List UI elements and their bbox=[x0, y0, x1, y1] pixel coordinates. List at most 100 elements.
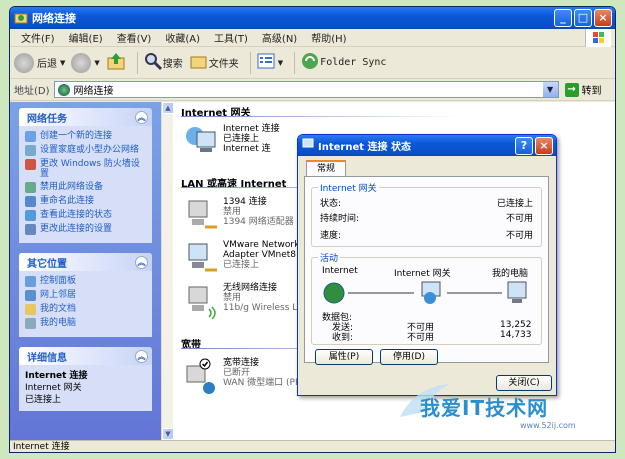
menubar: 文件(F) 编辑(E) 查看(V) 收藏(A) 工具(T) 高级(N) 帮助(H… bbox=[10, 29, 615, 47]
dialog-titlebar[interactable]: Internet 连接 状态 ? × bbox=[298, 135, 556, 156]
my-documents-icon bbox=[25, 304, 36, 315]
back-arrow-icon bbox=[14, 52, 34, 73]
status-row: 状态: 已连接上 bbox=[320, 199, 533, 209]
views-button[interactable]: ▼ bbox=[256, 51, 283, 74]
disable-device-icon bbox=[25, 182, 36, 193]
activity-gateway-label: Internet 网关 bbox=[394, 269, 451, 279]
window-titlebar[interactable]: 网络连接 _ □ × bbox=[10, 7, 615, 29]
firewall-icon bbox=[25, 159, 36, 170]
properties-button[interactable]: 属性(P) bbox=[315, 349, 373, 365]
control-panel-icon bbox=[25, 276, 36, 287]
collapse-chevron-icon[interactable]: ︽ bbox=[135, 110, 148, 124]
my-computer-icon bbox=[25, 318, 36, 329]
maximize-button[interactable]: □ bbox=[574, 9, 592, 27]
task-home-network[interactable]: 设置家庭或小型办公网络 bbox=[25, 145, 146, 156]
help-button[interactable]: ? bbox=[515, 137, 533, 155]
place-my-computer[interactable]: 我的电脑 bbox=[25, 318, 146, 329]
menu-file[interactable]: 文件(F) bbox=[14, 30, 62, 45]
dialog-close-icon[interactable]: × bbox=[535, 137, 553, 155]
dialog-close-button[interactable]: 关闭(C) bbox=[496, 375, 552, 391]
task-firewall[interactable]: 更改 Windows 防火墙设置 bbox=[25, 159, 146, 179]
network-connections-icon bbox=[57, 83, 70, 96]
speed-row: 速度: 不可用 bbox=[320, 231, 533, 241]
task-view-status[interactable]: 查看此连接的状态 bbox=[25, 210, 146, 221]
broadband-connection-icon bbox=[183, 358, 219, 394]
dialog-network-icon bbox=[302, 138, 314, 153]
task-create-connection[interactable]: 创建一个新的连接 bbox=[25, 131, 146, 142]
task-rename[interactable]: 重命名此连接 bbox=[25, 196, 146, 207]
address-label: 地址(D) bbox=[14, 86, 50, 97]
folder-sync-button[interactable]: Folder Sync bbox=[300, 51, 386, 74]
address-value: 网络连接 bbox=[73, 86, 114, 97]
task-pane-scrollbar[interactable]: ▲ ▼ bbox=[161, 102, 174, 440]
gateway-icon bbox=[183, 124, 219, 160]
folders-icon bbox=[189, 51, 209, 74]
duration-row: 持续时间: 不可用 bbox=[320, 214, 533, 224]
window-title: 网络连接 bbox=[32, 12, 76, 25]
lan-item-wireless[interactable]: 无线网络连接 禁用 11b/g Wireless L bbox=[183, 283, 297, 320]
broadband-item[interactable]: 宽带连接 已断开 WAN 微型端口 (PP bbox=[183, 358, 300, 394]
up-button[interactable] bbox=[106, 51, 126, 74]
task-pane: 网络任务 ︽ 创建一个新的连接 设置家庭或小型办公网络 更改 Windows 防… bbox=[10, 102, 161, 440]
back-button[interactable]: 后退 ▼ bbox=[14, 52, 65, 73]
lan-item-1394[interactable]: 1394 连接 禁用 1394 网络适配器 bbox=[183, 197, 294, 233]
sent-value: 13,252 bbox=[500, 320, 532, 330]
menu-edit[interactable]: 编辑(E) bbox=[62, 30, 110, 45]
close-button[interactable]: × bbox=[594, 9, 612, 27]
home-network-icon bbox=[25, 145, 36, 156]
address-input[interactable]: 网络连接 ▼ bbox=[53, 81, 559, 98]
tab-general[interactable]: 常规 bbox=[306, 160, 346, 177]
sync-icon bbox=[300, 51, 320, 74]
network-tasks-header[interactable]: 网络任务 ︽ bbox=[19, 108, 152, 126]
search-icon bbox=[143, 51, 163, 74]
watermark-url: www.52ij.com bbox=[520, 421, 576, 430]
collapse-chevron-icon[interactable]: ︽ bbox=[135, 349, 148, 363]
wireless-connection-icon bbox=[183, 283, 219, 320]
search-button[interactable]: 搜索 bbox=[143, 51, 183, 74]
gateway-fieldset: Internet 网关 状态: 已连接上 持续时间: 不可用 速度: 不可用 bbox=[311, 181, 542, 247]
status-bar: Internet 连接 bbox=[10, 440, 615, 452]
received-value: 14,733 bbox=[500, 330, 532, 340]
go-button[interactable]: 转到 bbox=[582, 82, 602, 97]
details-status: 已连接上 bbox=[25, 395, 62, 405]
task-disable-device[interactable]: 禁用此网络设备 bbox=[25, 182, 146, 193]
disable-button[interactable]: 停用(D) bbox=[380, 349, 438, 365]
dialog-body: Internet 网关 状态: 已连接上 持续时间: 不可用 速度: 不可用 活动 I… bbox=[304, 176, 549, 365]
menu-view[interactable]: 查看(V) bbox=[110, 30, 159, 45]
place-my-documents[interactable]: 我的文档 bbox=[25, 304, 146, 315]
menu-help[interactable]: 帮助(H) bbox=[304, 30, 353, 45]
place-control-panel[interactable]: 控制面板 bbox=[25, 276, 146, 287]
place-network-places[interactable]: 网上邻居 bbox=[25, 290, 146, 301]
activity-fieldset: 活动 Internet Internet 网关 我的电脑 数据包: 发送: 不可… bbox=[311, 251, 542, 345]
minimize-button[interactable]: _ bbox=[554, 9, 572, 27]
other-places-header[interactable]: 其它位置 ︽ bbox=[19, 253, 152, 271]
dialog-title: Internet 连接 状态 bbox=[318, 142, 411, 153]
forward-button[interactable]: ▼ bbox=[71, 52, 100, 73]
details-header[interactable]: 详细信息 ︽ bbox=[19, 347, 152, 365]
lan-item-vmware[interactable]: VMware Network Adapter VMnet8 已连接上 bbox=[183, 240, 299, 276]
menu-advanced[interactable]: 高级(N) bbox=[255, 30, 304, 45]
collapse-chevron-icon[interactable]: ︽ bbox=[135, 255, 148, 269]
address-bar: 地址(D) 网络连接 ▼ → 转到 bbox=[10, 79, 615, 101]
view-status-icon bbox=[25, 210, 36, 221]
forward-arrow-icon bbox=[71, 52, 92, 73]
task-change-settings[interactable]: 更改此连接的设置 bbox=[25, 224, 146, 235]
internet-connection-item[interactable]: Internet 连接 已连接上 Internet 连 bbox=[183, 124, 280, 160]
lan-connection-icon bbox=[183, 240, 219, 276]
other-places-panel: 其它位置 ︽ 控制面板 网上邻居 我的文档 我的电脑 bbox=[19, 253, 152, 337]
up-folder-icon bbox=[106, 51, 126, 74]
details-name: Internet 连接 bbox=[25, 371, 88, 381]
received-gateway-value: 不可用 bbox=[407, 333, 435, 343]
activity-computer-label: 我的电脑 bbox=[492, 269, 529, 279]
network-tasks-panel: 网络任务 ︽ 创建一个新的连接 设置家庭或小型办公网络 更改 Windows 防… bbox=[19, 108, 152, 243]
address-dropdown-icon[interactable]: ▼ bbox=[542, 82, 558, 97]
watermark-text: 我爱IT技术网 bbox=[420, 396, 549, 420]
folders-button[interactable]: 文件夹 bbox=[189, 51, 239, 74]
details-type: Internet 网关 bbox=[25, 383, 82, 393]
details-panel: 详细信息 ︽ Internet 连接 Internet 网关 已连接上 bbox=[19, 347, 152, 411]
menu-favorites[interactable]: 收藏(A) bbox=[158, 30, 207, 45]
go-arrow-icon[interactable]: → bbox=[564, 82, 579, 97]
received-label: 收到: bbox=[332, 333, 354, 343]
menu-tools[interactable]: 工具(T) bbox=[207, 30, 255, 45]
activity-diagram bbox=[322, 280, 532, 306]
